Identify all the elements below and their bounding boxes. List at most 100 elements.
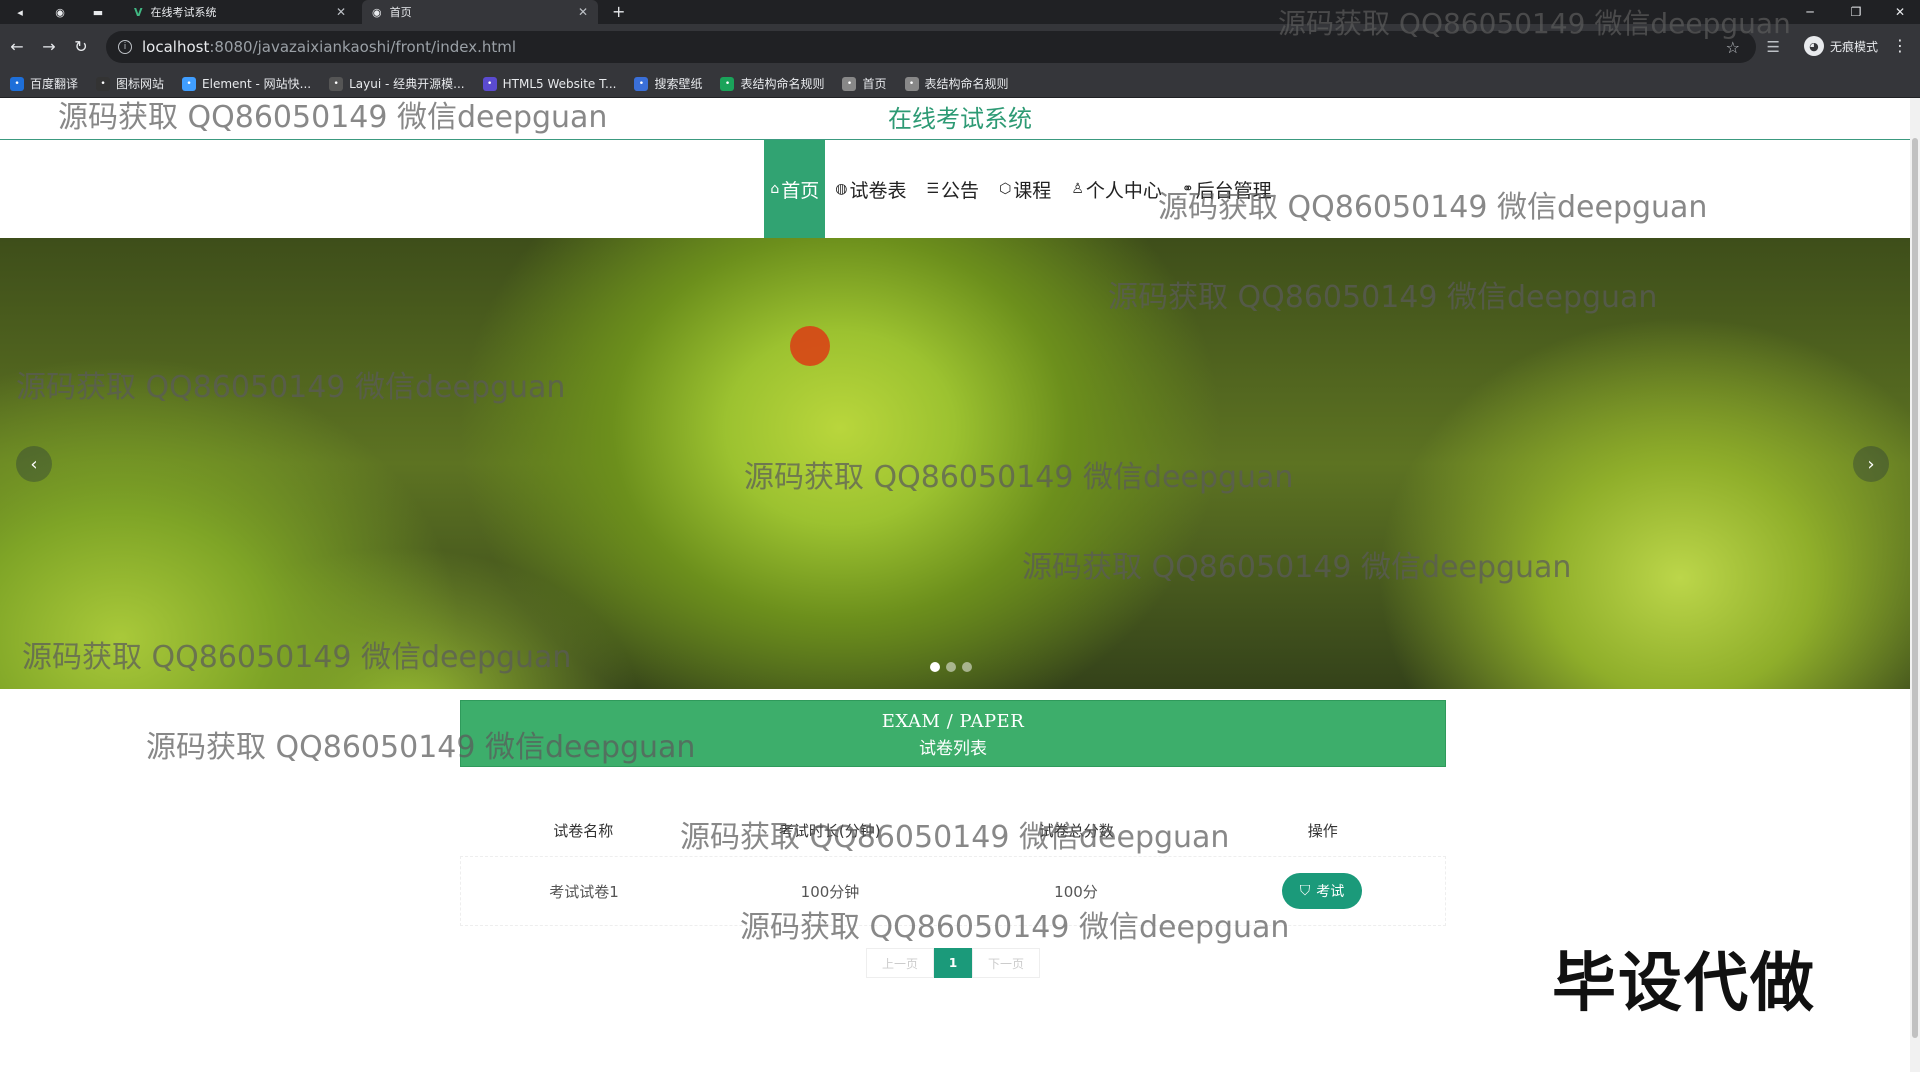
chevron-right-icon: › xyxy=(1867,453,1875,475)
scrollbar-thumb[interactable] xyxy=(1912,138,1918,1038)
bookmark-label: Layui - 经典开源模... xyxy=(349,77,465,91)
section-title-en: EXAM / PAPER xyxy=(881,711,1025,732)
page-number-button[interactable]: 1 xyxy=(934,948,972,978)
carousel-next-button[interactable]: › xyxy=(1853,446,1889,482)
nav-item-3[interactable]: ⬡ 课程 xyxy=(989,140,1061,238)
bookmark-label: 首页 xyxy=(862,77,887,91)
bookmark-item[interactable]: • 百度翻译 xyxy=(10,75,78,92)
nav-item-2[interactable]: ☰ 公告 xyxy=(916,140,989,238)
stamp-text: 毕设代做 xyxy=(1552,947,1816,1021)
home-icon: ⌂ xyxy=(770,181,780,197)
bookmark-item[interactable]: • 搜索壁纸 xyxy=(634,75,702,92)
nav-item-1[interactable]: ◍ 试卷表 xyxy=(825,140,916,238)
close-window-icon[interactable]: ✕ xyxy=(1880,0,1920,24)
mute-icon[interactable]: ◂ xyxy=(12,4,28,20)
tab-title: 在线考试系统 xyxy=(150,6,217,19)
carousel-banner[interactable]: ‹ › xyxy=(0,238,1910,689)
bookmark-icon: • xyxy=(634,76,649,91)
globe-icon: ◍ xyxy=(835,181,848,197)
bookmark-label: 百度翻译 xyxy=(30,77,79,91)
bookmark-item[interactable]: • HTML5 Website T... xyxy=(482,76,617,91)
bookmark-label: 表结构命名规则 xyxy=(740,77,825,91)
info-icon[interactable]: i xyxy=(118,40,132,54)
bookmark-label: 搜索壁纸 xyxy=(654,77,703,91)
bookmark-item[interactable]: • 首页 xyxy=(842,75,887,92)
globe-icon[interactable]: ◉ xyxy=(52,4,68,20)
table-row: 考试试卷1 100分钟 100分 ⛉ 考试 xyxy=(460,856,1446,926)
restore-icon[interactable]: ❐ xyxy=(1836,0,1876,24)
table-header: 试卷名称 考试时长(分钟) 试卷总分数 操作 xyxy=(460,804,1446,856)
carousel-prev-button[interactable]: ‹ xyxy=(16,446,52,482)
window-icon[interactable]: ▬ xyxy=(90,4,106,20)
vue-icon: V xyxy=(134,5,143,19)
back-icon[interactable]: ← xyxy=(6,37,28,56)
nav-item-label: 公告 xyxy=(941,179,980,202)
profile-button[interactable]: ◕ 无痕模式 xyxy=(1803,36,1878,56)
nav-item-label: 试卷表 xyxy=(849,179,907,202)
forward-icon[interactable]: → xyxy=(38,37,60,56)
layers-icon: ☰ xyxy=(926,181,940,197)
column-header: 考试时长(分钟) xyxy=(778,821,881,840)
user-icon: ♙ xyxy=(1071,181,1084,197)
column-header: 操作 xyxy=(1307,821,1338,840)
close-tab-icon[interactable]: ✕ xyxy=(336,5,346,19)
top-navigation: ⌂ 首页 ◍ 试卷表 ☰ 公告 ⬡ 课程 ♙ 个人中心 ⚭ 后台管理 xyxy=(0,140,1920,238)
page-scrollbar[interactable] xyxy=(1910,98,1920,1072)
pagination: 上一页 1 下一页 xyxy=(866,948,1040,978)
nav-item-4[interactable]: ♙ 个人中心 xyxy=(1061,140,1172,238)
bookmark-item[interactable]: • Layui - 经典开源模... xyxy=(329,75,465,92)
close-tab-icon[interactable]: ✕ xyxy=(578,5,588,19)
nav-item-0[interactable]: ⌂ 首页 xyxy=(764,140,826,238)
bookmark-label: 图标网站 xyxy=(116,77,165,91)
exam-section-header: EXAM / PAPER 试卷列表 xyxy=(460,700,1446,767)
incognito-icon: ◕ xyxy=(1803,36,1824,56)
carousel-dot[interactable] xyxy=(962,662,972,672)
url-host: localhost xyxy=(142,38,210,56)
minimize-icon[interactable]: ─ xyxy=(1790,0,1830,24)
tab-home[interactable]: ◉ 首页 ✕ xyxy=(362,0,598,24)
mouse-cursor-highlight xyxy=(790,326,830,366)
carousel-dot[interactable] xyxy=(930,662,940,672)
browser-tab-strip: ◂ ◉ ▬ V 在线考试系统 ✕ ◉ 首页 ✕ + ─ ❐ ✕ xyxy=(0,0,1920,24)
exam-name: 考试试卷1 xyxy=(549,882,619,901)
profile-label: 无痕模式 xyxy=(1829,39,1878,54)
reading-list-icon[interactable]: ☰ xyxy=(1767,38,1780,56)
site-title: 在线考试系统 xyxy=(0,98,1920,140)
exam-table: 试卷名称 考试时长(分钟) 试卷总分数 操作 考试试卷1 100分钟 100分 … xyxy=(460,804,1446,926)
nav-item-label: 首页 xyxy=(781,179,820,202)
bookmark-item[interactable]: • 表结构命名规则 xyxy=(904,75,1009,92)
bookmark-icon: • xyxy=(96,76,111,91)
action-cell: ⛉ 考试 xyxy=(1199,873,1445,909)
next-page-button[interactable]: 下一页 xyxy=(972,948,1040,978)
nav-item-label: 后台管理 xyxy=(1195,179,1272,202)
nav-item-5[interactable]: ⚭ 后台管理 xyxy=(1172,140,1282,238)
prev-page-button[interactable]: 上一页 xyxy=(866,948,934,978)
address-bar[interactable]: i localhost:8080/javazaixiankaoshi/front… xyxy=(106,31,1756,63)
url-path: :8080/javazaixiankaoshi/front/index.html xyxy=(209,38,517,56)
exam-score: 100分 xyxy=(1054,882,1098,901)
start-exam-button[interactable]: ⛉ 考试 xyxy=(1281,873,1363,909)
new-tab-button[interactable]: + xyxy=(612,2,625,21)
bookmark-item[interactable]: • 表结构命名规则 xyxy=(720,75,824,92)
browser-toolbar: ← → ↻ i localhost:8080/javazaixiankaoshi… xyxy=(0,24,1920,70)
bookmarks-bar: • 百度翻译 • 图标网站 • Element - 网站快... • Layui - 经典开源… xyxy=(0,70,1920,98)
bookmark-item[interactable]: • 图标网站 xyxy=(96,75,164,92)
page-content: 在线考试系统 ⌂ 首页 ◍ 试卷表 ☰ 公告 ⬡ 课程 ♙ 个人中心 ⚭ 后台管理 ‹ › EXAM … xyxy=(0,98,1920,1072)
star-icon[interactable]: ☆ xyxy=(1726,38,1740,57)
nav-item-label: 课程 xyxy=(1013,179,1052,202)
chevron-left-icon: ‹ xyxy=(30,453,38,475)
bookmark-icon: • xyxy=(482,76,497,91)
nav-item-label: 个人中心 xyxy=(1085,179,1162,202)
more-menu-icon[interactable]: ⋮ xyxy=(1892,36,1908,55)
column-header: 试卷名称 xyxy=(553,821,614,840)
bookmark-label: HTML5 Website T... xyxy=(502,76,617,91)
section-title-cn: 试卷列表 xyxy=(919,739,987,759)
carousel-dot[interactable] xyxy=(946,662,956,672)
reload-icon[interactable]: ↻ xyxy=(70,37,92,56)
tab-title: 首页 xyxy=(389,6,412,19)
bookmark-item[interactable]: • Element - 网站快... xyxy=(182,75,311,92)
start-exam-label: 考试 xyxy=(1316,884,1345,900)
tab-exam-system[interactable]: V 在线考试系统 ✕ xyxy=(124,0,356,24)
bookmark-icon: • xyxy=(10,76,24,91)
shield-check-icon: ⛉ xyxy=(1299,883,1311,899)
